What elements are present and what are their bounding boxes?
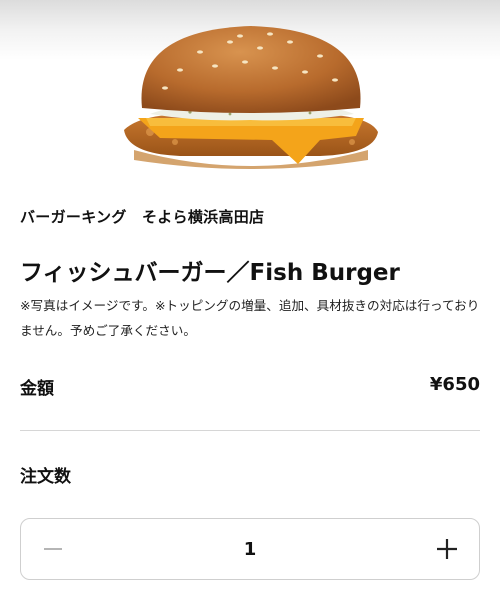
fish-burger-image [124,26,378,169]
plus-icon [437,539,457,559]
minus-icon [44,548,62,550]
quantity-label: 注文数 [20,467,71,487]
decrement-button[interactable] [21,519,85,579]
product-title: フィッシュバーガー／Fish Burger [20,260,400,286]
quantity-value: 1 [243,538,257,560]
price-value: ¥650 [429,374,480,395]
price-row: 金額 ¥650 [20,374,480,399]
store-name: バーガーキング そよら横浜高田店 [20,208,265,226]
quantity-stepper: 1 [20,518,480,580]
product-note: ※写真はイメージです。※トッピングの増量、追加、具材抜きの対応は行っておりません… [20,298,480,338]
increment-button[interactable] [415,519,479,579]
product-image-area [0,0,500,178]
price-label: 金額 [20,379,54,399]
divider [20,430,480,431]
